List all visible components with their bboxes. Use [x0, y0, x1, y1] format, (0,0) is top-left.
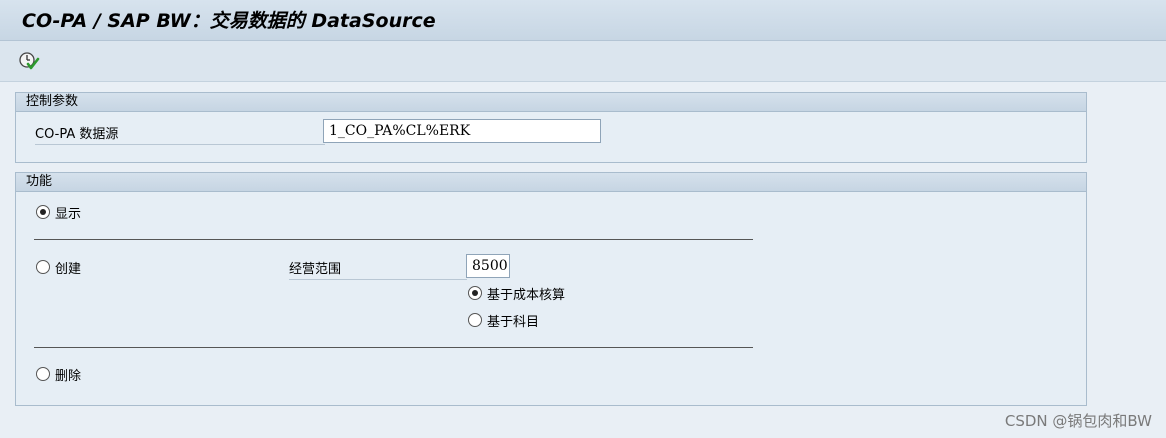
- divider-bottom: [34, 347, 753, 348]
- control-params-header: 控制参数: [16, 93, 1086, 112]
- functions-header: 功能: [16, 173, 1086, 192]
- divider-top: [34, 239, 753, 240]
- execute-clock-check-icon[interactable]: [17, 50, 41, 72]
- delete-label: 删除: [55, 369, 82, 384]
- operating-concern-input[interactable]: 8500: [466, 254, 510, 278]
- costing-based-radio[interactable]: [468, 286, 482, 300]
- delete-radio[interactable]: [36, 367, 50, 381]
- page-title: CO-PA / SAP BW：交易数据的 DataSource: [22, 10, 436, 32]
- create-label: 创建: [55, 262, 82, 277]
- display-label: 显示: [55, 207, 82, 222]
- account-based-radio[interactable]: [468, 313, 482, 327]
- watermark: CSDN @锅包肉和BW: [1004, 412, 1152, 430]
- datasource-label: CO-PA 数据源: [35, 123, 325, 145]
- datasource-input[interactable]: 1_CO_PA%CL%ERK: [323, 119, 601, 143]
- title-bar: CO-PA / SAP BW：交易数据的 DataSource: [0, 0, 1166, 41]
- main-content: 控制参数 CO-PA 数据源 1_CO_PA%CL%ERK 功能 显示 创建 经…: [0, 82, 1166, 438]
- control-params-group: 控制参数 CO-PA 数据源 1_CO_PA%CL%ERK: [15, 92, 1087, 163]
- create-radio[interactable]: [36, 260, 50, 274]
- application-toolbar: [0, 41, 1166, 82]
- functions-group: 功能 显示 创建 经营范围 8500 基于成本核算 基于科目 删除: [15, 172, 1087, 406]
- display-radio[interactable]: [36, 205, 50, 219]
- operating-concern-label: 经营范围: [289, 258, 467, 280]
- costing-based-label: 基于成本核算: [487, 288, 566, 303]
- account-based-label: 基于科目: [487, 315, 540, 330]
